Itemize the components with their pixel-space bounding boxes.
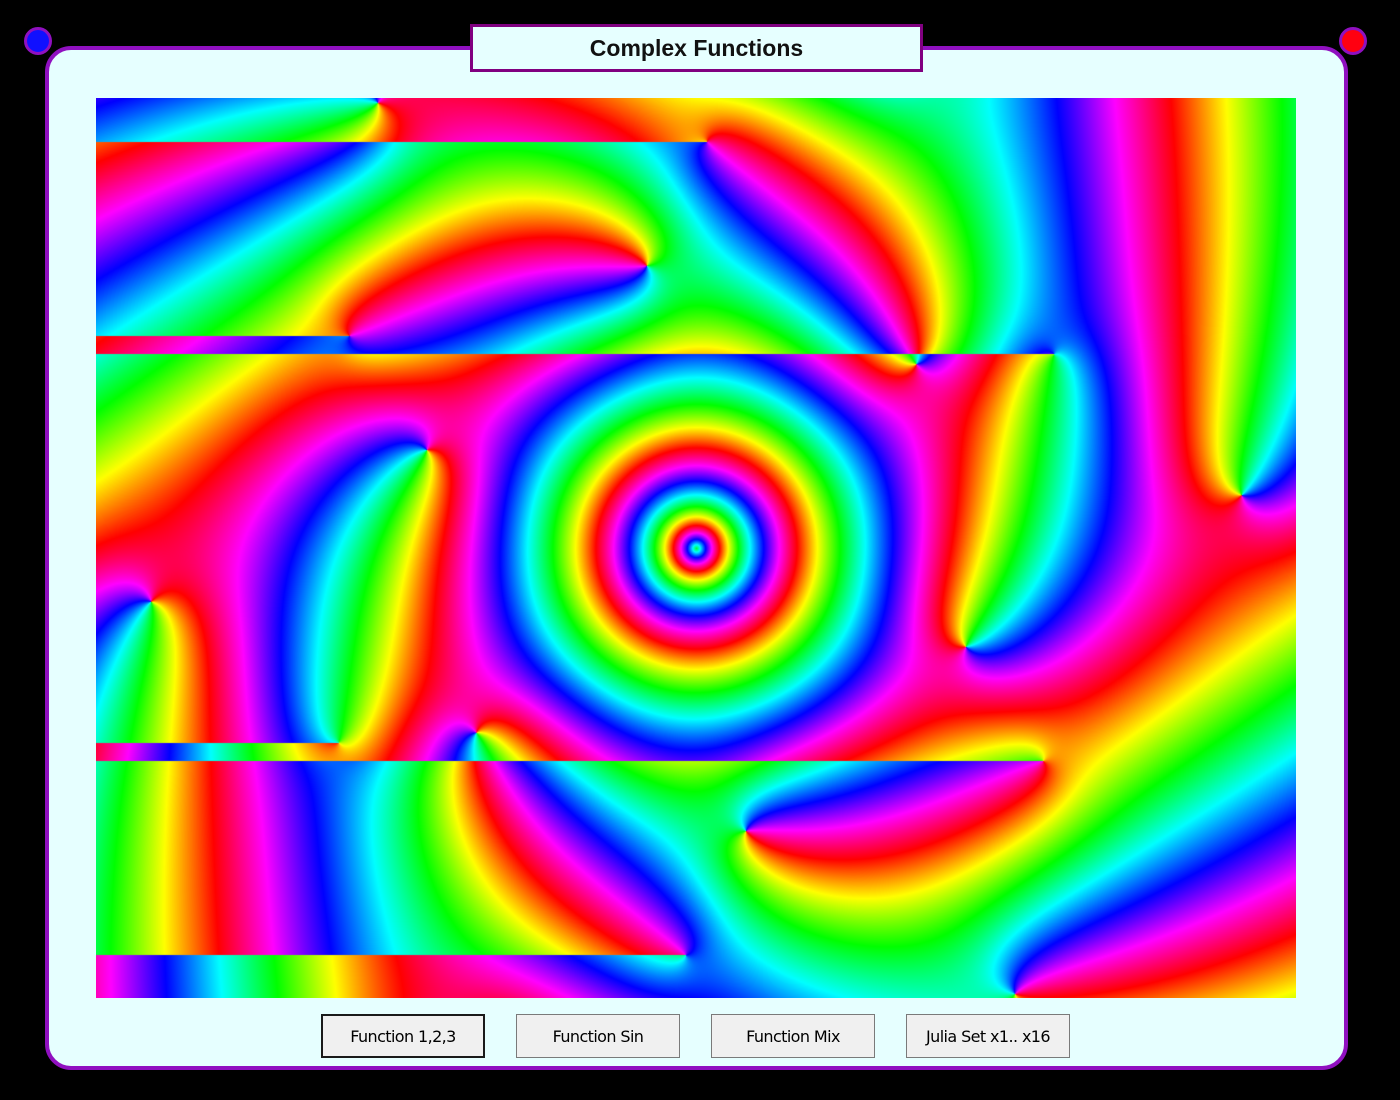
julia-set-button[interactable]: Julia Set x1.. x16 <box>906 1014 1070 1058</box>
app-window: Complex Functions Function 1,2,3 Functio… <box>0 0 1400 1100</box>
red-corner-dot-icon[interactable] <box>1339 27 1367 55</box>
blue-corner-dot-icon[interactable] <box>24 27 52 55</box>
function-123-button[interactable]: Function 1,2,3 <box>321 1014 485 1058</box>
complex-function-plot[interactable] <box>96 98 1296 998</box>
function-sin-button[interactable]: Function Sin <box>516 1014 680 1058</box>
function-mix-button[interactable]: Function Mix <box>711 1014 875 1058</box>
window-title: Complex Functions <box>470 24 923 72</box>
window-title-text: Complex Functions <box>589 34 804 61</box>
